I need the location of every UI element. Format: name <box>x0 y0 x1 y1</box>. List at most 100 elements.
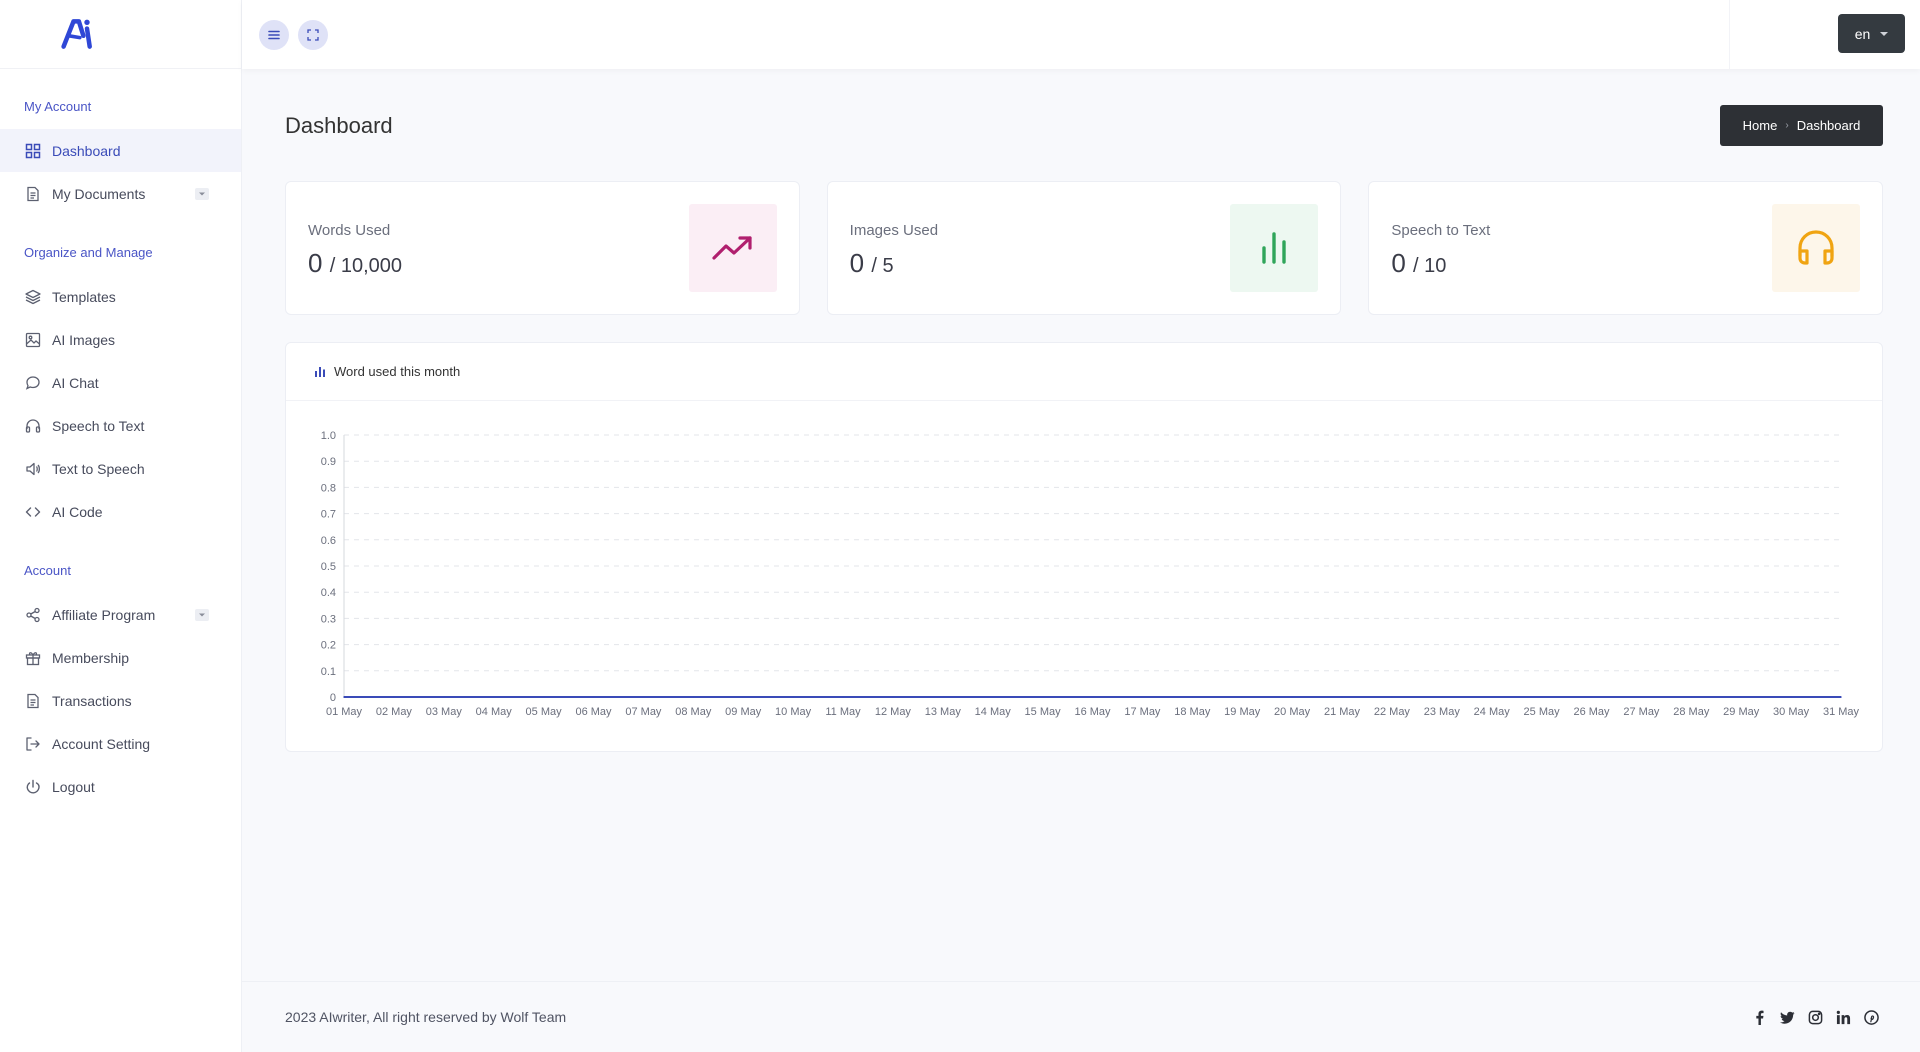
section-title: Organize and Manage <box>24 245 153 260</box>
facebook-icon[interactable] <box>1751 1009 1768 1026</box>
stat-icon-box <box>688 204 777 292</box>
breadcrumb-home-link[interactable]: Home <box>1743 118 1778 133</box>
ai-logo-icon <box>61 19 92 49</box>
chart-title: Word used this month <box>334 364 461 379</box>
data-point <box>892 696 894 698</box>
receipt-icon <box>24 692 42 710</box>
stat-limit: / 10 <box>1413 255 1447 277</box>
sidebar-item-text-to-speech[interactable]: Text to Speech <box>0 447 241 490</box>
data-point <box>1490 696 1493 698</box>
y-tick-label: 1.0 <box>321 430 336 442</box>
stat-icon-box <box>1230 204 1319 292</box>
x-tick-label: 20 May <box>1274 706 1311 718</box>
sidebar-item-label: AI Code <box>52 503 103 520</box>
sidebar: My Account Dashboard My Documents Organi… <box>0 0 242 1052</box>
fullscreen-icon <box>307 28 319 41</box>
x-tick-label: 05 May <box>526 706 563 718</box>
y-tick-label: 0.9 <box>321 456 336 468</box>
chat-icon <box>24 374 42 392</box>
x-tick-label: 09 May <box>725 706 762 718</box>
instagram-icon[interactable] <box>1807 1009 1824 1026</box>
x-tick-label: 31 May <box>1823 706 1860 718</box>
sidebar-item-dashboard[interactable]: Dashboard <box>0 129 241 172</box>
word-usage-chart: 0 0.1 0.2 0.3 0.4 0.5 0.6 0.7 0.8 0.9 1.0 01 May 02 … <box>321 430 1860 718</box>
sidebar-item-my-documents[interactable]: My Documents <box>0 172 241 215</box>
data-point <box>742 696 744 698</box>
y-tick-label: 0.4 <box>321 587 336 599</box>
sidebar-item-label: AI Chat <box>52 374 99 391</box>
language-dropdown[interactable]: en <box>1838 14 1905 53</box>
trending-up-icon <box>712 236 752 260</box>
x-tick-label: 28 May <box>1673 706 1710 718</box>
sidebar-item-speech-to-text[interactable]: Speech to Text <box>0 404 241 447</box>
nav-section-account: Account Affiliate Program Membership Tra… <box>0 563 241 808</box>
stat-card-images: Images Used 0 / 5 <box>826 181 1342 315</box>
sidebar-item-logout[interactable]: Logout <box>0 765 241 808</box>
logo[interactable] <box>0 0 241 69</box>
data-point <box>1291 696 1293 698</box>
x-tick-label: 07 May <box>625 706 662 718</box>
sidebar-item-label: My Documents <box>52 185 146 202</box>
data-point <box>1341 696 1343 698</box>
sidebar-item-account-setting[interactable]: Account Setting <box>0 722 241 765</box>
data-point <box>1690 696 1693 698</box>
chevron-down-icon[interactable] <box>195 608 209 621</box>
sidebar-item-ai-images[interactable]: AI Images <box>0 318 241 361</box>
stat-label: Images Used <box>849 222 939 239</box>
nav-section-organize: Organize and Manage Templates AI Images … <box>0 245 241 533</box>
data-point <box>1391 696 1393 698</box>
stat-used: 0 <box>1391 248 1406 278</box>
fullscreen-button[interactable] <box>298 19 328 50</box>
data-point <box>1041 696 1044 698</box>
y-tick-label: 0.8 <box>321 482 336 494</box>
page-title: Dashboard <box>285 113 393 138</box>
pinterest-icon[interactable] <box>1863 1009 1880 1026</box>
x-tick-label: 11 May <box>825 706 861 718</box>
speaker-icon <box>24 460 42 478</box>
data-point <box>1840 696 1842 698</box>
sidebar-item-label: Speech to Text <box>52 417 145 434</box>
caret-down-icon <box>1880 31 1889 36</box>
data-point <box>1640 696 1643 698</box>
data-point <box>1141 696 1144 698</box>
top-header: en <box>242 0 1920 69</box>
sidebar-item-ai-chat[interactable]: AI Chat <box>0 361 241 404</box>
nav-section-my-account: My Account Dashboard My Documents <box>0 99 241 215</box>
chevron-down-icon[interactable] <box>195 187 209 200</box>
sidebar-item-label: Dashboard <box>52 142 121 159</box>
menu-toggle-button[interactable] <box>259 19 289 50</box>
share-icon <box>24 606 42 624</box>
sidebar-item-transactions[interactable]: Transactions <box>0 679 241 722</box>
x-tick-label: 30 May <box>1773 706 1810 718</box>
sidebar-item-ai-code[interactable]: AI Code <box>0 490 241 533</box>
x-tick-label: 26 May <box>1573 706 1610 718</box>
stat-used: 0 <box>308 248 323 278</box>
data-point <box>942 696 944 698</box>
sidebar-item-affiliate-program[interactable]: Affiliate Program <box>0 593 241 636</box>
stat-used: 0 <box>849 248 865 278</box>
data-point <box>792 696 794 698</box>
x-tick-label: 08 May <box>675 706 712 718</box>
linkedin-icon[interactable] <box>1835 1009 1852 1026</box>
data-point <box>692 696 695 698</box>
gift-icon <box>24 649 42 667</box>
sidebar-item-templates[interactable]: Templates <box>0 275 241 318</box>
sidebar-item-membership[interactable]: Membership <box>0 636 241 679</box>
x-tick-label: 02 May <box>376 706 413 718</box>
x-tick-label: 14 May <box>975 706 1012 718</box>
x-tick-label: 06 May <box>575 706 612 718</box>
stat-limit: / 10,000 <box>329 255 402 277</box>
y-tick-label: 0.3 <box>321 613 336 625</box>
language-value: en <box>1854 25 1871 42</box>
x-tick-label: 27 May <box>1623 706 1660 718</box>
headphones-icon <box>24 417 42 435</box>
stat-value: 0 / 10 <box>1391 248 1446 279</box>
sidebar-item-label: Affiliate Program <box>52 606 156 623</box>
section-title: Account <box>24 563 71 578</box>
hamburger-icon <box>268 30 280 39</box>
x-tick-label: 19 May <box>1224 706 1261 718</box>
layers-icon <box>24 288 42 306</box>
data-point <box>1091 696 1094 698</box>
stat-card-speech: Speech to Text 0 / 10 <box>1368 181 1884 315</box>
twitter-icon[interactable] <box>1779 1009 1796 1026</box>
